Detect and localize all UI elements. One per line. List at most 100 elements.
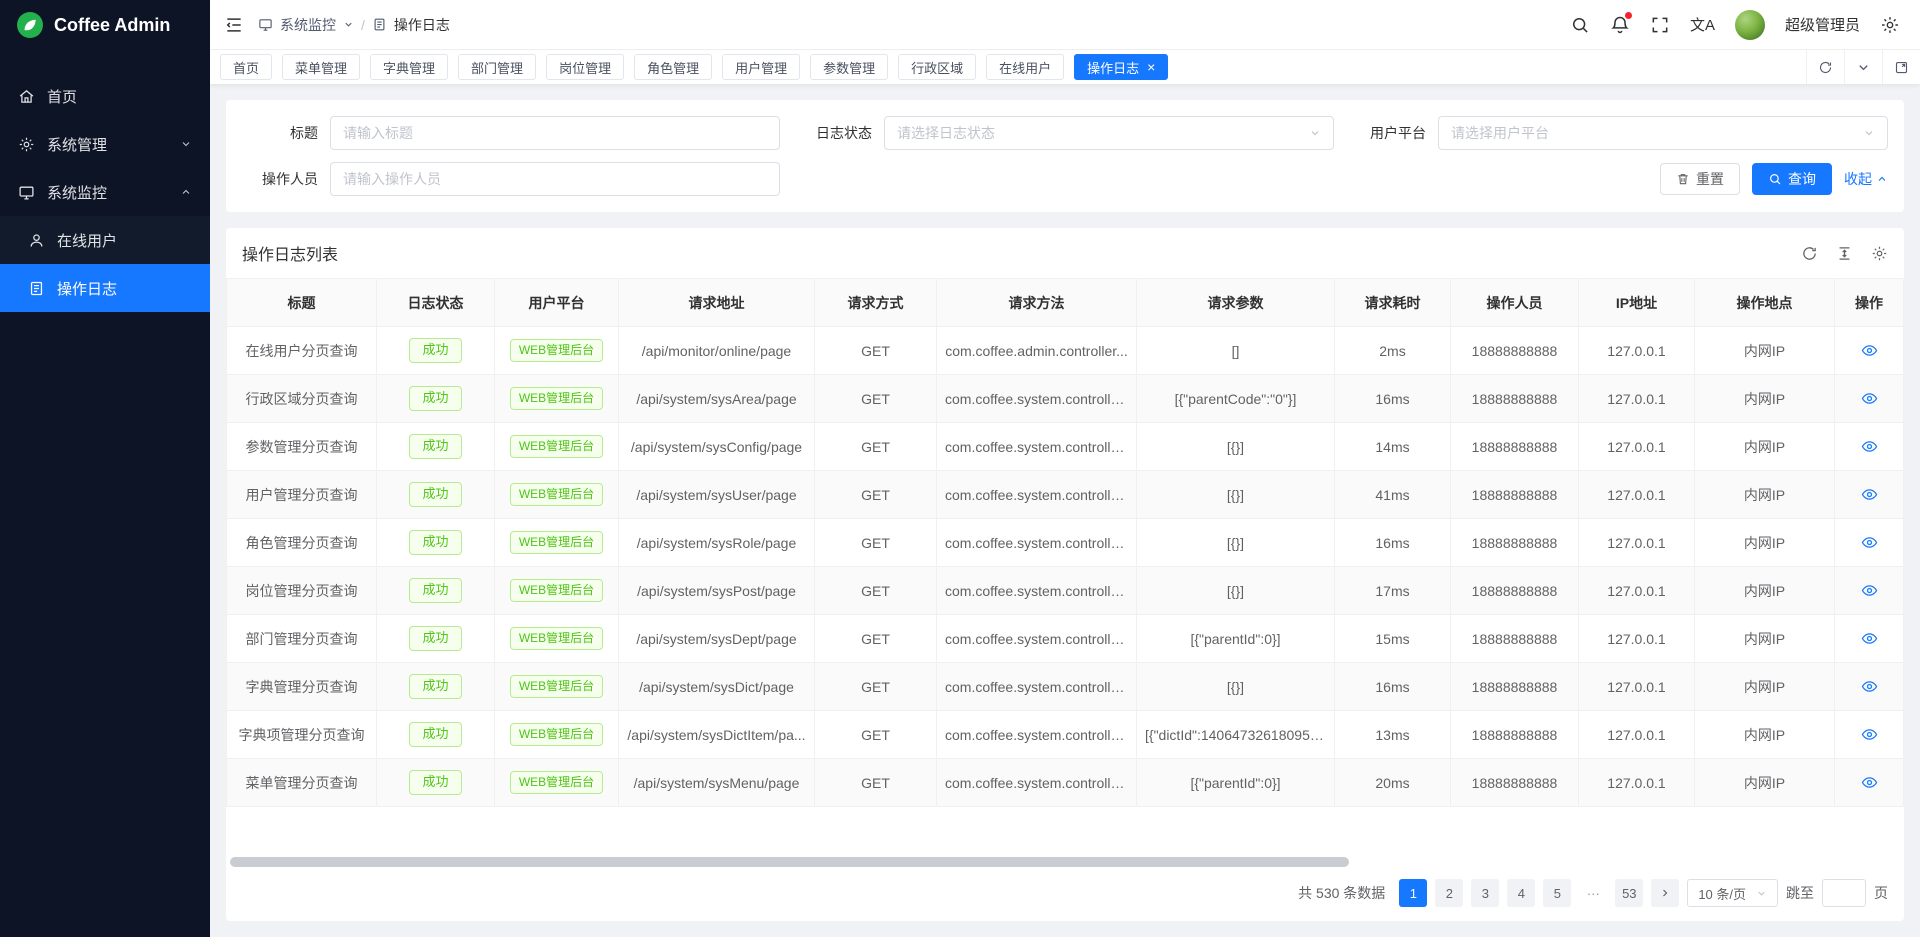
notification-badge <box>1625 12 1632 19</box>
tab-9[interactable]: 在线用户 <box>986 54 1064 80</box>
cell: GET <box>815 759 937 807</box>
sidebar-submenu: 在线用户 操作日志 <box>0 216 210 312</box>
eye-icon[interactable] <box>1861 678 1878 695</box>
eye-icon[interactable] <box>1861 342 1878 359</box>
status-select[interactable]: 请选择日志状态 <box>884 116 1334 150</box>
sidebar-item-home[interactable]: 首页 <box>0 72 210 120</box>
bell-icon[interactable] <box>1610 15 1630 35</box>
platform-select[interactable]: 请选择用户平台 <box>1438 116 1888 150</box>
cell: [{}] <box>1137 423 1335 471</box>
breadcrumb-separator: / <box>361 17 365 33</box>
cell: /api/system/sysRole/page <box>619 519 815 567</box>
status-select-placeholder: 请选择日志状态 <box>897 123 1309 143</box>
refresh-icon[interactable] <box>1806 50 1844 84</box>
tab-6[interactable]: 用户管理 <box>722 54 800 80</box>
next-page-button[interactable] <box>1651 879 1679 907</box>
eye-icon[interactable] <box>1861 438 1878 455</box>
page-ellipsis[interactable]: ··· <box>1579 879 1607 907</box>
refresh-icon[interactable] <box>1801 245 1818 262</box>
page-button-53[interactable]: 53 <box>1615 879 1643 907</box>
menu-fold-icon[interactable] <box>224 15 244 35</box>
tab-label: 部门管理 <box>471 58 523 77</box>
tab-7[interactable]: 参数管理 <box>810 54 888 80</box>
tab-3[interactable]: 部门管理 <box>458 54 536 80</box>
tab-10[interactable]: 操作日志× <box>1074 54 1168 80</box>
cell-status: 成功 <box>377 759 495 807</box>
sidebar-item-online-users[interactable]: 在线用户 <box>0 216 210 264</box>
cell: 13ms <box>1335 711 1451 759</box>
page-button-2[interactable]: 2 <box>1435 879 1463 907</box>
page-content: 标题 日志状态 请选择日志状态 用户平台 <box>210 84 1920 937</box>
cell: [{}] <box>1137 663 1335 711</box>
tab-8[interactable]: 行政区域 <box>898 54 976 80</box>
operator-input[interactable] <box>343 171 767 187</box>
column-height-icon[interactable] <box>1836 245 1853 262</box>
page-suffix: 页 <box>1874 883 1888 903</box>
horizontal-scrollbar-thumb[interactable] <box>230 857 1349 867</box>
cell: /api/system/sysConfig/page <box>619 423 815 471</box>
tab-close-icon[interactable]: × <box>1147 60 1155 74</box>
fullscreen-icon[interactable] <box>1650 15 1670 35</box>
eye-icon[interactable] <box>1861 582 1878 599</box>
cell: 2ms <box>1335 327 1451 375</box>
cell: com.coffee.system.controlle... <box>937 663 1137 711</box>
platform-badge: WEB管理后台 <box>510 723 603 747</box>
search-button[interactable]: 查询 <box>1752 163 1832 195</box>
tab-1[interactable]: 菜单管理 <box>282 54 360 80</box>
table-row: 在线用户分页查询成功WEB管理后台/api/monitor/online/pag… <box>227 327 1904 375</box>
eye-icon[interactable] <box>1861 534 1878 551</box>
title-input[interactable] <box>343 125 767 141</box>
collapse-button[interactable]: 收起 <box>1844 169 1888 189</box>
page-button-3[interactable]: 3 <box>1471 879 1499 907</box>
cell-actions <box>1835 615 1904 663</box>
cell: com.coffee.system.controlle... <box>937 615 1137 663</box>
user-name[interactable]: 超级管理员 <box>1785 14 1860 35</box>
eye-icon[interactable] <box>1861 630 1878 647</box>
gear-icon[interactable] <box>1880 15 1900 35</box>
eye-icon[interactable] <box>1861 486 1878 503</box>
cell: 14ms <box>1335 423 1451 471</box>
column-header-8: 操作人员 <box>1451 279 1579 327</box>
status-badge: 成功 <box>409 434 461 459</box>
tab-4[interactable]: 岗位管理 <box>546 54 624 80</box>
page-button-1[interactable]: 1 <box>1399 879 1427 907</box>
filter-panel: 标题 日志状态 请选择日志状态 用户平台 <box>226 100 1904 212</box>
cell: 行政区域分页查询 <box>227 375 377 423</box>
page-button-4[interactable]: 4 <box>1507 879 1535 907</box>
expand-icon[interactable] <box>1882 50 1920 84</box>
search-icon[interactable] <box>1570 15 1590 35</box>
breadcrumb-parent[interactable]: 系统监控 <box>280 15 336 35</box>
chevron-down-icon[interactable] <box>1844 50 1882 84</box>
tab-5[interactable]: 角色管理 <box>634 54 712 80</box>
jump-page-input[interactable] <box>1822 879 1866 907</box>
eye-icon[interactable] <box>1861 774 1878 791</box>
main-area: 系统监控 / 操作日志 文A 超级管理员 <box>210 0 1920 937</box>
tab-label: 角色管理 <box>647 58 699 77</box>
sidebar-item-system-management[interactable]: 系统管理 <box>0 120 210 168</box>
jump-label: 跳至 <box>1786 883 1814 903</box>
cell: [{"dictId":140647326180950... <box>1137 711 1335 759</box>
page-size-select[interactable]: 10 条/页 <box>1687 879 1778 907</box>
translate-icon[interactable]: 文A <box>1690 14 1715 35</box>
log-icon <box>372 17 387 32</box>
sidebar-item-operation-log[interactable]: 操作日志 <box>0 264 210 312</box>
tab-0[interactable]: 首页 <box>220 54 272 80</box>
table-row: 用户管理分页查询成功WEB管理后台/api/system/sysUser/pag… <box>227 471 1904 519</box>
table-row: 行政区域分页查询成功WEB管理后台/api/system/sysArea/pag… <box>227 375 1904 423</box>
eye-icon[interactable] <box>1861 726 1878 743</box>
reset-button[interactable]: 重置 <box>1660 163 1740 195</box>
cell: com.coffee.system.controlle... <box>937 711 1137 759</box>
tab-bar: 首页菜单管理字典管理 部门管理 岗位管理 角色管理 用户管理参数管理行政区域在线用户操作… <box>210 50 1920 84</box>
tab-2[interactable]: 字典管理 <box>370 54 448 80</box>
avatar[interactable] <box>1735 10 1765 40</box>
card-header: 操作日志列表 <box>226 228 1904 278</box>
gear-icon[interactable] <box>1871 245 1888 262</box>
chevron-down-icon <box>180 138 192 150</box>
cell: 18888888888 <box>1451 375 1579 423</box>
cell: 在线用户分页查询 <box>227 327 377 375</box>
eye-icon[interactable] <box>1861 390 1878 407</box>
cell-status: 成功 <box>377 471 495 519</box>
sidebar-item-system-monitor[interactable]: 系统监控 <box>0 168 210 216</box>
table-row: 角色管理分页查询成功WEB管理后台/api/system/sysRole/pag… <box>227 519 1904 567</box>
page-button-5[interactable]: 5 <box>1543 879 1571 907</box>
